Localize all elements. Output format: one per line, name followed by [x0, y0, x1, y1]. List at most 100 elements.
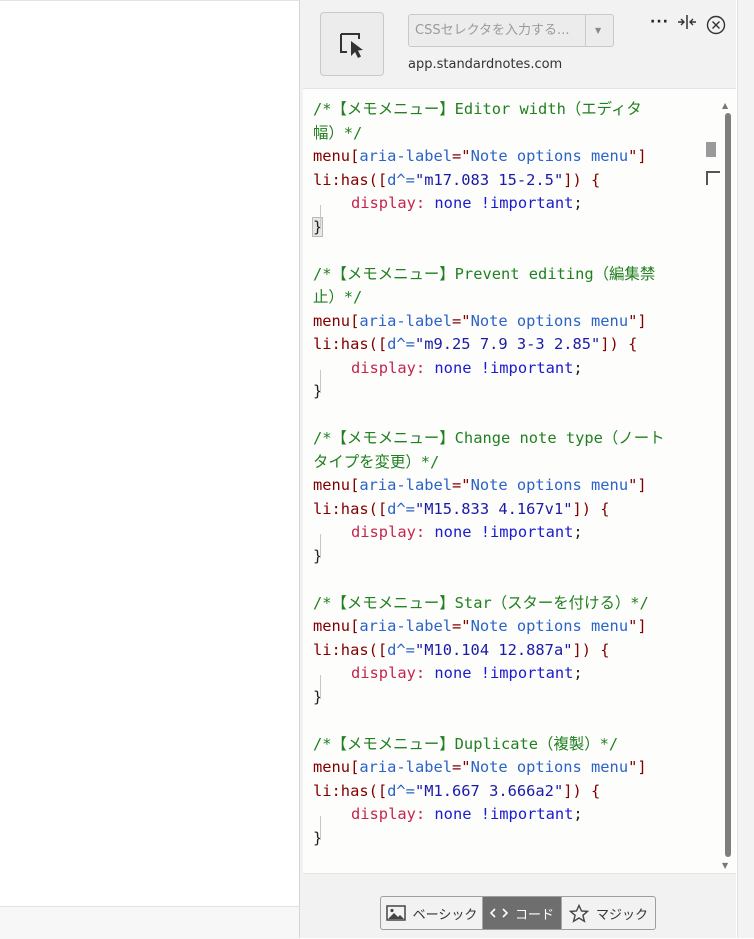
star-icon — [568, 903, 589, 923]
tab-basic[interactable]: ベーシック — [381, 897, 483, 929]
css-comment: /*【メモメニュー】Duplicate（複製）*/ — [313, 734, 619, 753]
mode-tabs: ベーシック コード マジック — [380, 896, 656, 930]
css-selector: menu[ — [313, 758, 360, 776]
code-has-line: li:has([d^="m9.25 7.9 3-3 2.85"]) { — [313, 333, 703, 357]
css-attribute-name: d^= — [387, 499, 415, 518]
css-attribute-name: d^= — [387, 335, 415, 353]
css-value: none — [425, 805, 481, 823]
css-code-editor[interactable]: /*【メモメニュー】Editor width（エディタ 幅）*/menu[aria… — [303, 88, 736, 874]
css-attribute-name: d^= — [387, 640, 415, 659]
css-attribute-value: "m17.083 15-2.5" — [414, 170, 564, 189]
css-attribute-value: "M15.833 4.167v1" — [414, 499, 573, 518]
css-pseudo-selector: li:has([ — [313, 499, 388, 518]
tab-magic[interactable]: マジック — [561, 897, 655, 929]
page-bottom-bar — [0, 906, 300, 939]
css-pseudo-selector: li:has([ — [313, 640, 388, 659]
more-options-icon[interactable]: ··· — [650, 14, 669, 30]
divider — [0, 0, 300, 1]
css-property: display: — [351, 358, 426, 377]
css-punctuation: "] — [628, 617, 647, 635]
code-declaration-line: display: none !important; — [313, 192, 703, 229]
css-pseudo-selector: li:has([ — [313, 335, 388, 353]
css-attribute-name: aria-label — [359, 758, 453, 776]
css-attribute-name: aria-label — [359, 147, 453, 165]
code-content[interactable]: /*【メモメニュー】Editor width（エディタ 幅）*/menu[aria… — [311, 98, 703, 850]
css-punctuation: ]) { — [572, 640, 610, 659]
page-scrollbar-track[interactable] — [737, 0, 754, 938]
cursor-select-icon — [340, 33, 363, 58]
code-comment-line: /*【メモメニュー】Change note type（ノート — [313, 427, 703, 451]
code-has-line: li:has([d^="M15.833 4.167v1"]) { — [313, 498, 703, 522]
css-punctuation: ; — [573, 805, 583, 823]
editor-scrollbar[interactable]: ▲ ▼ — [706, 99, 734, 871]
css-important: !important — [480, 194, 574, 212]
code-comment-line: 止）*/ — [313, 286, 703, 310]
css-comment: /*【メモメニュー】Prevent editing（編集禁 — [313, 264, 656, 283]
css-value: none — [425, 358, 481, 377]
css-attribute-value: "M1.667 3.666a2" — [414, 781, 564, 800]
scrollbar-thumb[interactable] — [725, 113, 731, 857]
tab-code[interactable]: コード — [483, 897, 561, 929]
code-declaration-line: display: none !important; — [313, 803, 703, 840]
selector-dropdown-button[interactable]: ▼ — [585, 15, 614, 46]
code-comment-line: /*【メモメニュー】Duplicate（複製）*/ — [313, 733, 703, 757]
css-punctuation: ]) { — [563, 170, 601, 189]
css-attribute-value: "m9.25 7.9 3-3 2.85" — [414, 335, 601, 353]
css-selector-combobox[interactable]: ▼ — [408, 14, 614, 47]
css-selector: menu[ — [313, 147, 360, 165]
code-selector-line: menu[aria-label="Note options menu"] — [313, 756, 703, 780]
css-comment: 止）*/ — [313, 288, 363, 306]
css-punctuation: ; — [573, 664, 583, 682]
css-punctuation: "] — [628, 311, 647, 330]
css-pseudo-selector: li:has([ — [313, 781, 388, 800]
code-has-line: li:has([d^="M1.667 3.666a2"]) { — [313, 780, 703, 804]
css-important: !important — [480, 358, 574, 377]
code-close-line: } — [313, 545, 703, 569]
css-important: !important — [480, 805, 574, 823]
scroll-up-icon[interactable]: ▲ — [722, 101, 728, 110]
cursor-marker-stem — [706, 171, 708, 185]
css-attribute-name: d^= — [387, 170, 415, 189]
css-comment: /*【メモメニュー】Editor width（エディタ — [313, 100, 642, 118]
element-picker-button[interactable] — [320, 12, 384, 76]
css-punctuation: ]) { — [563, 781, 601, 800]
code-icon — [489, 908, 508, 918]
scroll-down-icon[interactable]: ▼ — [722, 861, 728, 870]
css-punctuation: ]) { — [600, 335, 638, 353]
css-comment: 幅）*/ — [313, 123, 363, 142]
css-punctuation: ; — [573, 358, 583, 377]
css-property: display: — [351, 194, 426, 212]
code-selector-line: menu[aria-label="Note options menu"] — [313, 615, 703, 639]
css-value: none — [425, 523, 481, 541]
code-comment-line: 幅）*/ — [313, 122, 703, 146]
image-icon — [385, 905, 406, 921]
css-property: display: — [351, 664, 426, 682]
css-comment: /*【メモメニュー】Star（スターを付ける）*/ — [313, 593, 649, 612]
chevron-down-icon: ▼ — [595, 26, 602, 35]
css-selector: menu[ — [313, 311, 360, 330]
code-selector-line: menu[aria-label="Note options menu"] — [313, 474, 703, 498]
css-punctuation: ; — [573, 523, 583, 541]
css-selector-input[interactable] — [409, 15, 585, 46]
css-attribute-value: Note options menu — [470, 476, 629, 494]
css-comment: /*【メモメニュー】Change note type（ノート — [313, 429, 665, 447]
code-declaration-line: display: none !important; — [313, 521, 703, 558]
css-punctuation: ; — [573, 194, 583, 212]
split-view-icon[interactable] — [677, 14, 697, 30]
code-has-line: li:has([d^="M10.104 12.887a"]) { — [313, 639, 703, 663]
css-selector: menu[ — [313, 617, 360, 635]
css-comment: タイプを変更）*/ — [313, 452, 440, 471]
code-close-line: } — [313, 380, 703, 404]
css-operator: =" — [452, 147, 471, 165]
css-operator: =" — [452, 758, 471, 776]
code-declaration-line: display: none !important; — [313, 662, 703, 699]
css-property: display: — [351, 805, 426, 823]
code-comment-line: /*【メモメニュー】Editor width（エディタ — [313, 98, 703, 122]
css-punctuation: "] — [628, 147, 647, 165]
css-operator: =" — [452, 476, 471, 494]
css-value: none — [425, 664, 481, 682]
css-operator: =" — [452, 311, 471, 330]
close-icon[interactable] — [706, 15, 726, 35]
